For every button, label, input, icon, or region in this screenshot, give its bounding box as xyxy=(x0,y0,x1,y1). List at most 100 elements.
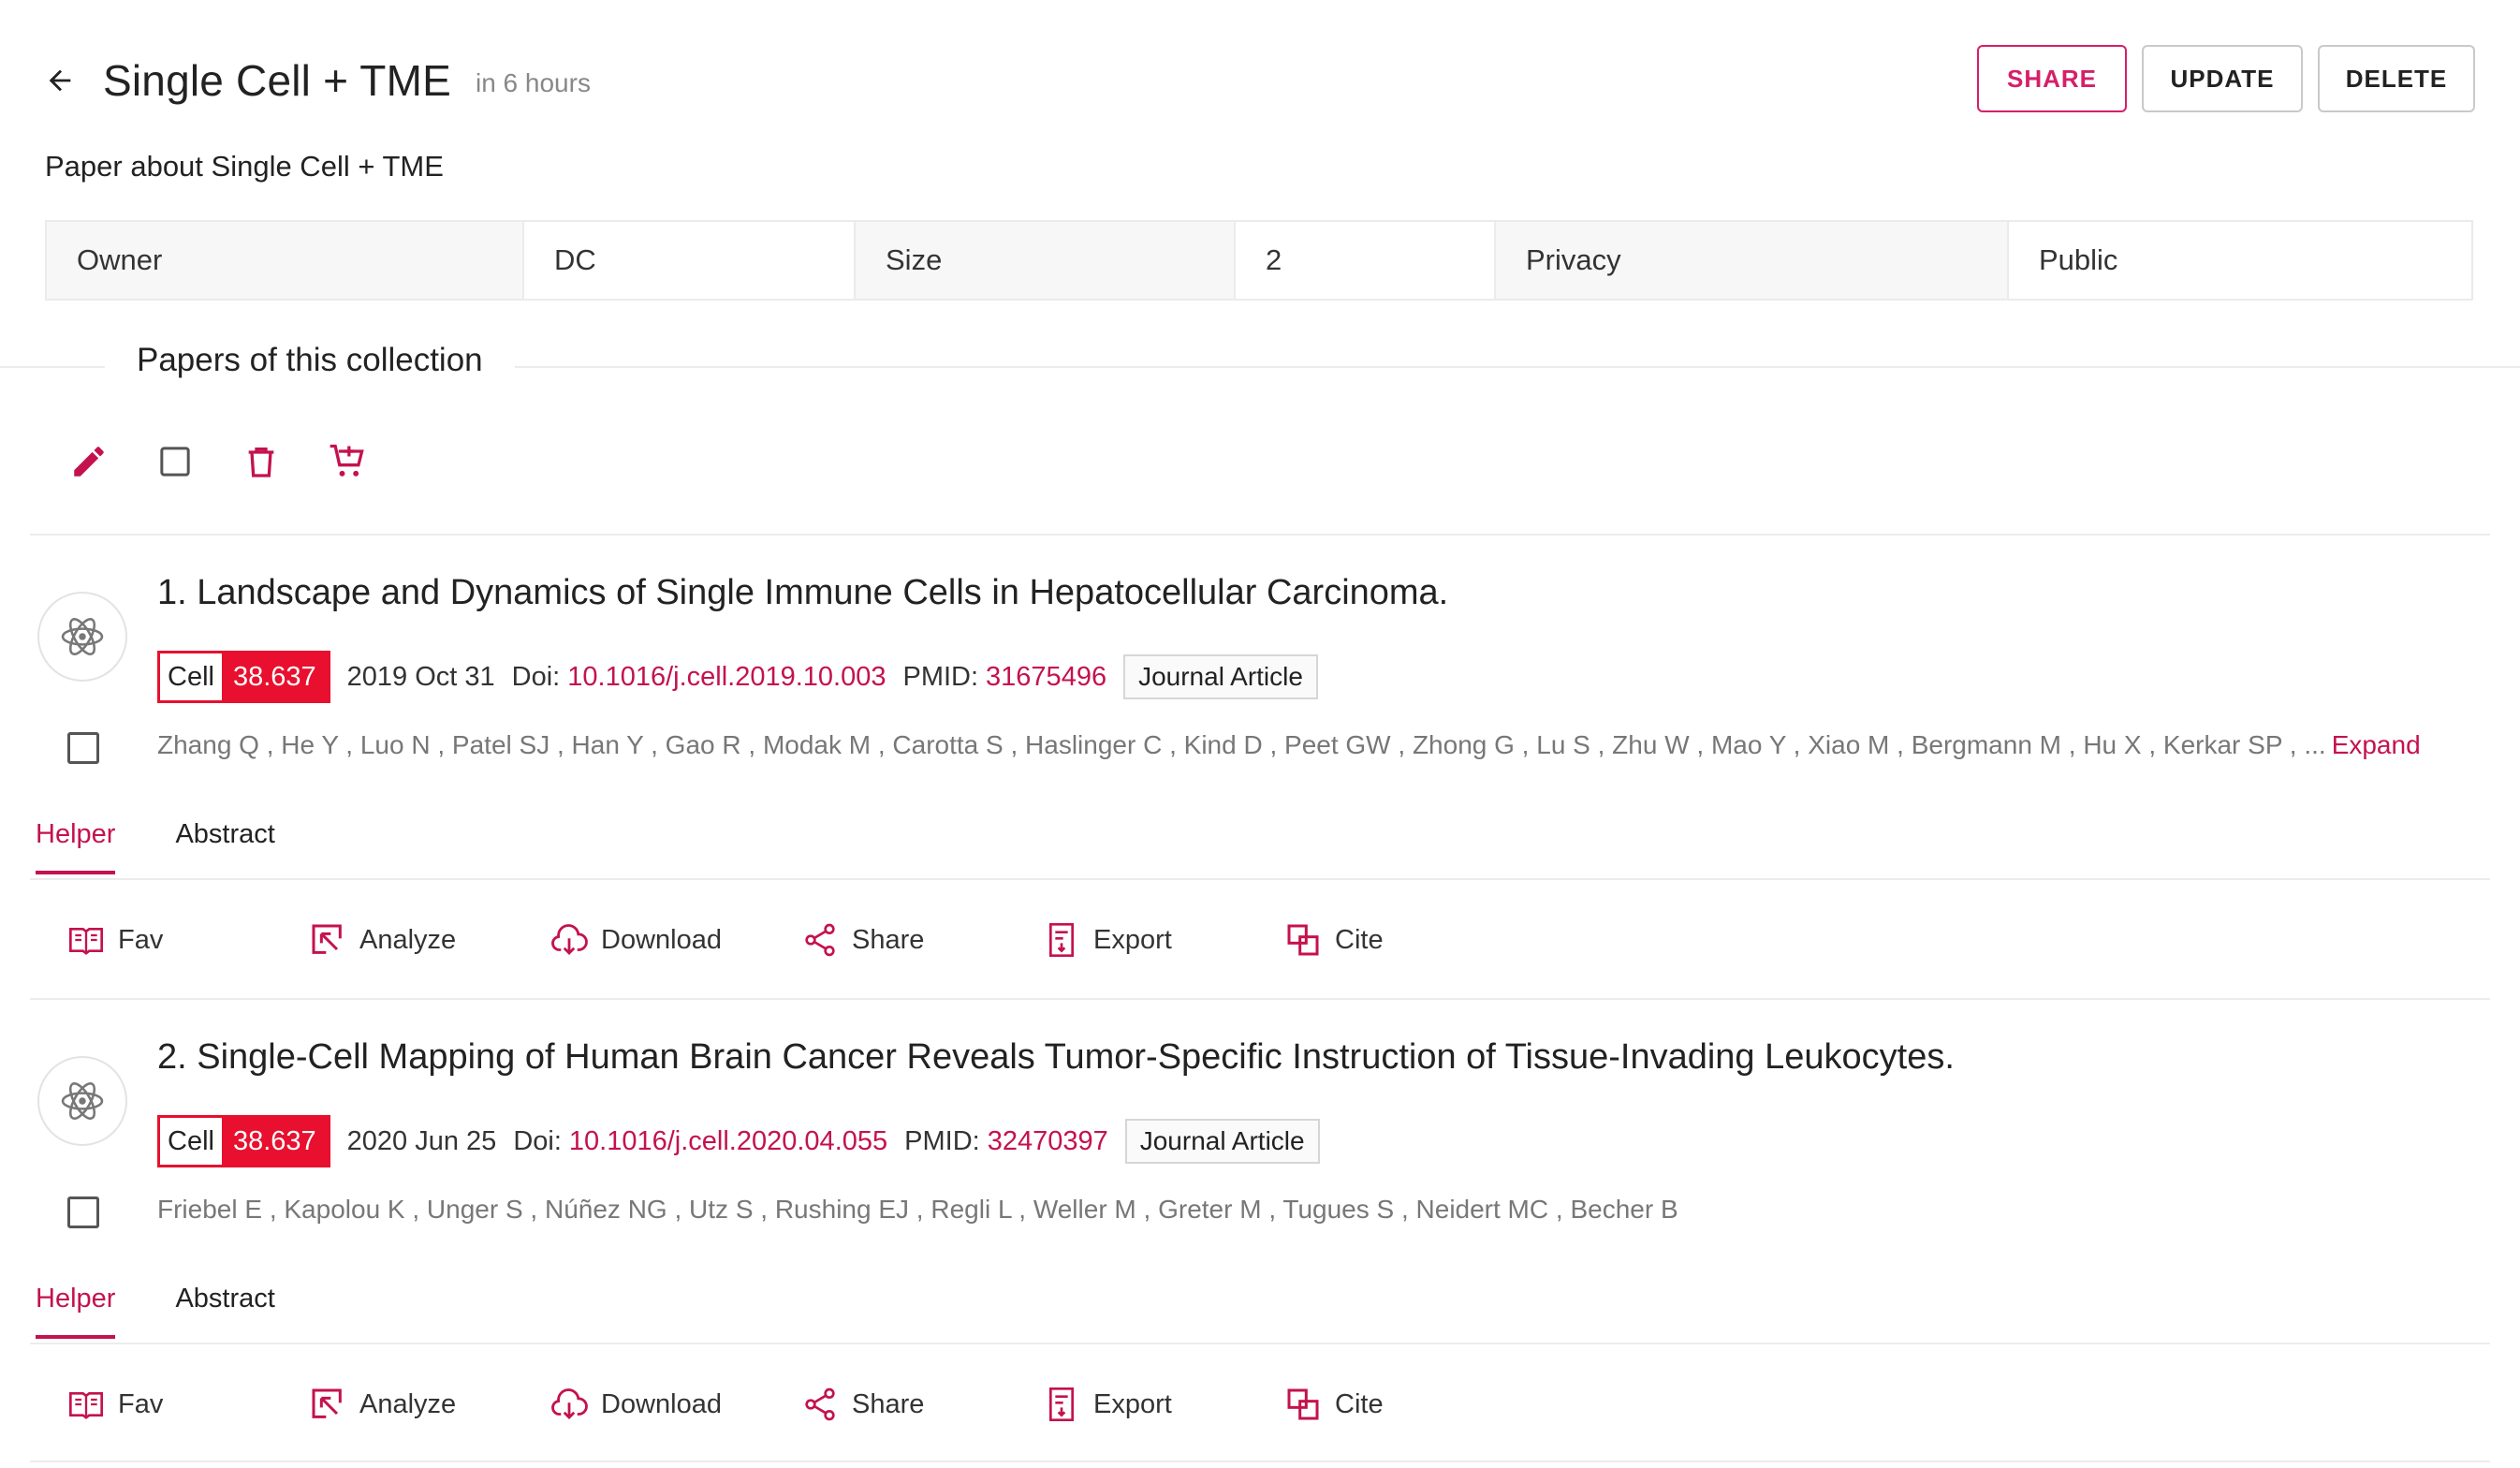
paper-tabs: Helper Abstract xyxy=(36,1284,275,1339)
authors-text: Friebel E , Kapolou K , Unger S , Núñez … xyxy=(157,1195,1678,1224)
fav-button[interactable]: Fav xyxy=(66,1384,307,1425)
export-icon xyxy=(1041,1384,1082,1425)
book-icon xyxy=(66,919,107,961)
analyze-label: Analyze xyxy=(359,924,457,955)
tab-helper[interactable]: Helper xyxy=(36,1284,116,1339)
paper-checkbox[interactable] xyxy=(67,1196,99,1228)
share-label: Share xyxy=(852,924,925,955)
doi-link[interactable]: 10.1016/j.cell.2019.10.003 xyxy=(567,662,886,693)
helper-actions: Fav Analyze Download Share Export Cite xyxy=(66,1384,1384,1425)
tab-helper[interactable]: Helper xyxy=(36,819,116,874)
impact-factor: 38.637 xyxy=(221,1118,328,1165)
publish-date: 2020 Jun 25 xyxy=(346,1125,497,1156)
pmid-label: PMID: xyxy=(904,1125,980,1156)
size-value: 2 xyxy=(1236,222,1496,299)
cite-label: Cite xyxy=(1335,1388,1384,1419)
cite-label: Cite xyxy=(1335,924,1384,955)
page-title: Single Cell + TME xyxy=(103,56,451,105)
collection-toolbar xyxy=(67,440,369,483)
page-header: Single Cell + TME in 6 hours xyxy=(41,43,591,118)
share-label: Share xyxy=(852,1388,925,1419)
update-button[interactable]: UPDATE xyxy=(2142,45,2303,112)
article-type-tag: Journal Article xyxy=(1123,654,1318,699)
export-label: Export xyxy=(1093,924,1172,955)
download-button[interactable]: Download xyxy=(549,919,799,961)
owner-key: Owner xyxy=(47,222,524,299)
tab-divider xyxy=(30,878,2490,880)
paper-title[interactable]: 1. Landscape and Dynamics of Single Immu… xyxy=(157,573,1448,613)
collection-description: Paper about Single Cell + TME xyxy=(45,150,444,183)
book-icon xyxy=(66,1384,107,1425)
paper-meta: Cell 38.637 2019 Oct 31 Doi: 10.1016/j.c… xyxy=(157,651,1318,703)
header-actions: SHARE UPDATE DELETE xyxy=(1977,45,2475,112)
size-key: Size xyxy=(856,222,1236,299)
arrow-left-icon[interactable] xyxy=(41,62,79,99)
analyze-icon xyxy=(307,919,348,961)
select-all-checkbox[interactable] xyxy=(154,440,197,483)
download-label: Download xyxy=(601,1388,722,1419)
owner-value: DC xyxy=(524,222,856,299)
cite-button[interactable]: Cite xyxy=(1282,919,1384,961)
pmid-label: PMID: xyxy=(902,661,979,692)
impact-factor: 38.637 xyxy=(221,653,328,700)
article-type-tag: Journal Article xyxy=(1124,1119,1320,1164)
cite-button[interactable]: Cite xyxy=(1282,1384,1384,1425)
doi-link[interactable]: 10.1016/j.cell.2020.04.055 xyxy=(569,1126,887,1157)
analyze-icon xyxy=(307,1384,348,1425)
journal-badge: Cell 38.637 xyxy=(157,651,330,703)
share-paper-button[interactable]: Share xyxy=(799,1384,1041,1425)
paper-tabs: Helper Abstract xyxy=(36,819,275,874)
tab-abstract[interactable]: Abstract xyxy=(175,1284,274,1339)
add-to-cart-icon[interactable] xyxy=(326,440,369,483)
doi-label: Doi: xyxy=(511,661,561,692)
share-icon xyxy=(799,919,841,961)
section-title: Papers of this collection xyxy=(105,342,515,379)
paper-meta: Cell 38.637 2020 Jun 25 Doi: 10.1016/j.c… xyxy=(157,1115,1320,1167)
pmid-link[interactable]: 32470397 xyxy=(988,1126,1108,1157)
analyze-button[interactable]: Analyze xyxy=(307,1384,549,1425)
pmid-link[interactable]: 31675496 xyxy=(986,662,1106,693)
atom-icon xyxy=(37,1056,127,1146)
download-button[interactable]: Download xyxy=(549,1384,799,1425)
export-label: Export xyxy=(1093,1388,1172,1419)
divider xyxy=(30,1461,2490,1462)
share-button[interactable]: SHARE xyxy=(1977,45,2127,112)
cloud-download-icon xyxy=(549,919,590,961)
edit-icon[interactable] xyxy=(67,440,110,483)
privacy-key: Privacy xyxy=(1496,222,2009,299)
collection-meta-table: Owner DC Size 2 Privacy Public xyxy=(45,220,2473,301)
cite-icon xyxy=(1282,1384,1324,1425)
expand-authors-link[interactable]: Expand xyxy=(2332,730,2421,759)
doi-label: Doi: xyxy=(513,1125,562,1156)
journal-name: Cell xyxy=(160,1118,222,1165)
publish-date: 2019 Oct 31 xyxy=(346,661,495,692)
tab-divider xyxy=(30,1343,2490,1344)
helper-actions: Fav Analyze Download Share Export Cite xyxy=(66,919,1384,961)
download-label: Download xyxy=(601,924,722,955)
export-icon xyxy=(1041,919,1082,961)
cloud-download-icon xyxy=(549,1384,590,1425)
author-list: Zhang Q , He Y , Luo N , Patel SJ , Han … xyxy=(157,730,2421,760)
delete-button[interactable]: DELETE xyxy=(2318,45,2475,112)
tab-abstract[interactable]: Abstract xyxy=(175,819,274,874)
divider xyxy=(30,534,2490,536)
cite-icon xyxy=(1282,919,1324,961)
fav-label: Fav xyxy=(118,1388,164,1419)
atom-icon xyxy=(37,592,127,682)
privacy-value: Public xyxy=(2039,243,2118,276)
divider xyxy=(30,998,2490,1000)
fav-label: Fav xyxy=(118,924,164,955)
export-button[interactable]: Export xyxy=(1041,1384,1282,1425)
journal-name: Cell xyxy=(160,653,222,700)
paper-checkbox[interactable] xyxy=(67,732,99,764)
page-subtitle: in 6 hours xyxy=(475,68,591,97)
trash-icon[interactable] xyxy=(240,440,283,483)
share-icon xyxy=(799,1384,841,1425)
author-list: Friebel E , Kapolou K , Unger S , Núñez … xyxy=(157,1195,1678,1225)
export-button[interactable]: Export xyxy=(1041,919,1282,961)
analyze-button[interactable]: Analyze xyxy=(307,919,549,961)
share-paper-button[interactable]: Share xyxy=(799,919,1041,961)
paper-title[interactable]: 2. Single-Cell Mapping of Human Brain Ca… xyxy=(157,1037,1955,1078)
journal-badge: Cell 38.637 xyxy=(157,1115,330,1167)
fav-button[interactable]: Fav xyxy=(66,919,307,961)
